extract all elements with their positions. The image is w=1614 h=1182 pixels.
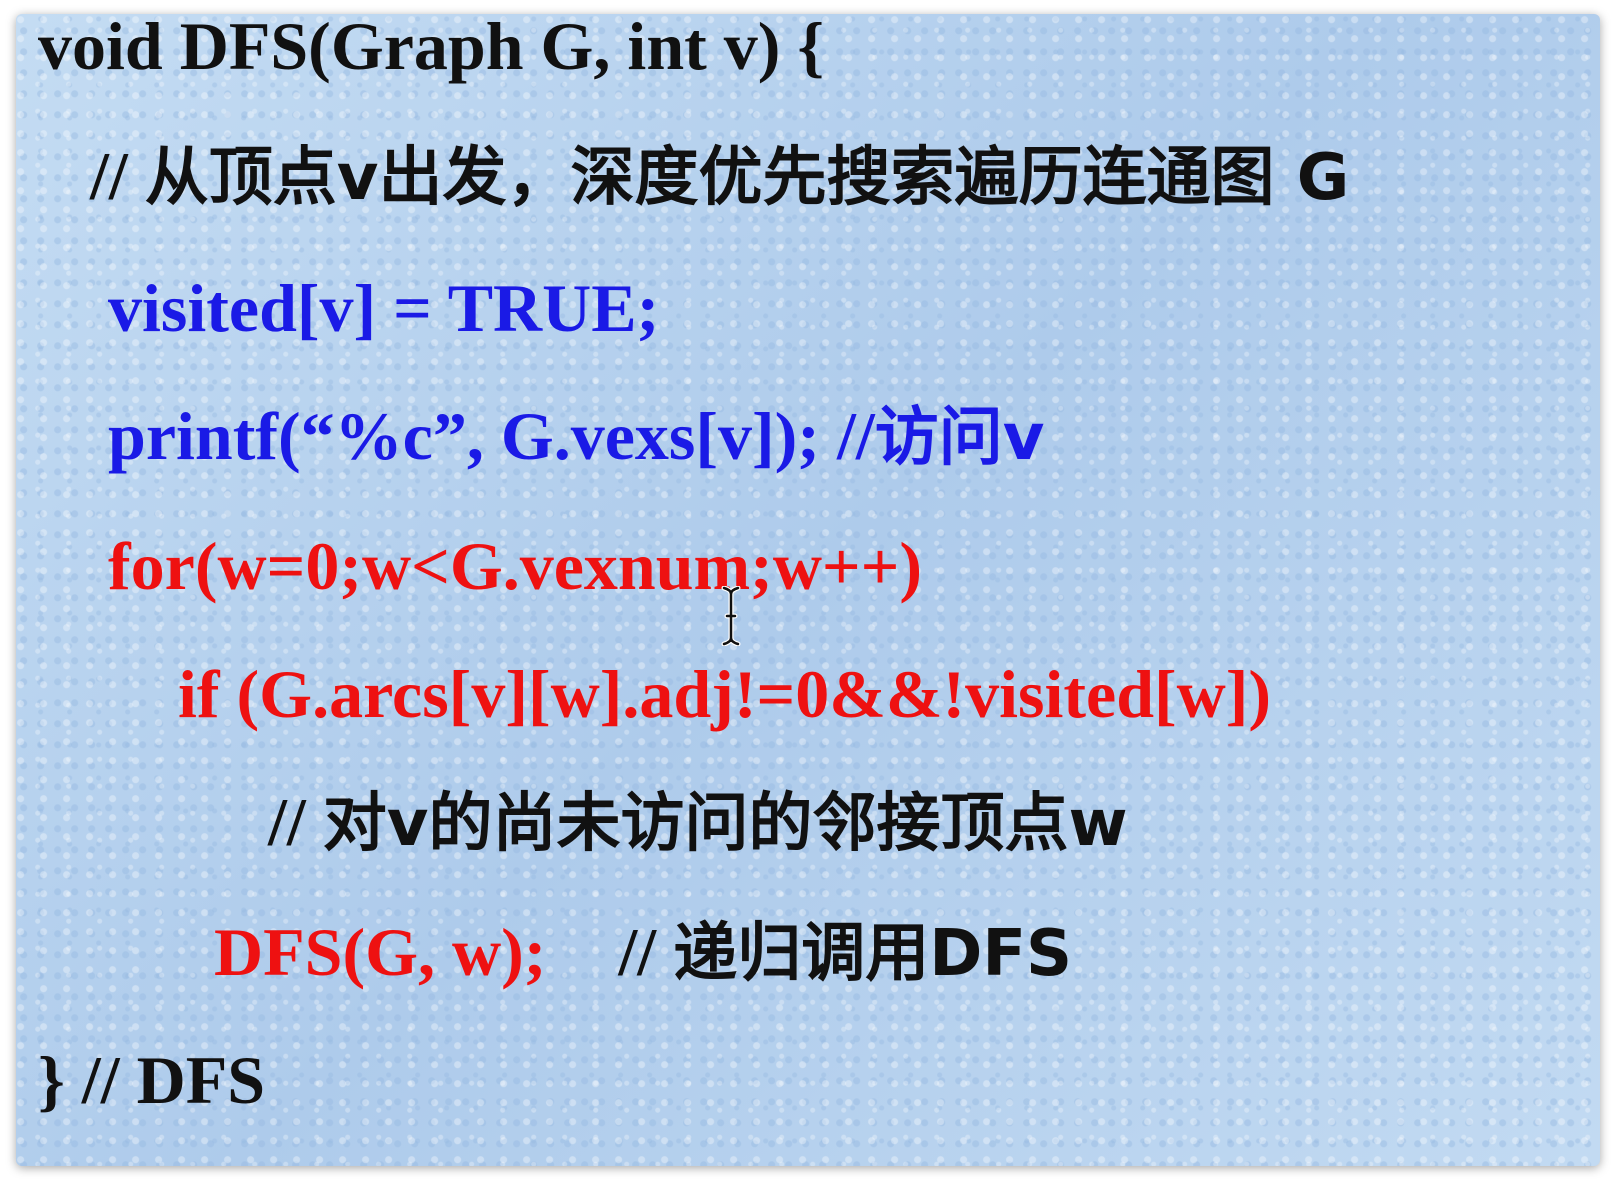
code-text: void DFS(Graph G, int v) {	[38, 14, 825, 84]
comment-text: 访问v	[874, 401, 1045, 475]
comment-prefix: //	[268, 784, 323, 860]
comment-text: 从顶点v出发，深度优先搜索遍历连通图 G	[144, 141, 1350, 215]
code-line-for-loop: for(w=0;w<G.vexnum;w++)	[108, 526, 922, 606]
code-line-comment-dfs-description: // 从顶点v出发，深度优先搜索遍历连通图 G	[90, 136, 1349, 218]
code-line-printf: printf(“%c”, G.vexs[v]); //访问v	[108, 396, 1044, 478]
code-line-comment-adjacent: // 对v的尚未访问的邻接顶点w	[268, 782, 1128, 864]
comment-text: 对v的尚未访问的邻接顶点w	[322, 787, 1128, 861]
code-text: for(w=0;w<G.vexnum;w++)	[108, 528, 923, 604]
code-text: if (G.arcs[v][w].adj!=0&&!visited[w])	[178, 656, 1272, 732]
text-ibeam-cursor-icon	[721, 586, 741, 646]
comment-prefix: //	[618, 914, 674, 990]
code-text: DFS(G, w);	[214, 914, 547, 990]
comment-text: 递归调用DFS	[673, 917, 1073, 991]
code-line-function-signature: void DFS(Graph G, int v) {	[38, 14, 824, 86]
code-text: visited[v] = TRUE;	[108, 270, 660, 346]
code-text: } // DFS	[38, 1042, 266, 1118]
code-line-visited-assignment: visited[v] = TRUE;	[108, 268, 659, 348]
code-line-closing-brace: } // DFS	[38, 1040, 265, 1120]
code-line-if-condition: if (G.arcs[v][w].adj!=0&&!visited[w])	[178, 654, 1271, 734]
slide: void DFS(Graph G, int v) { // 从顶点v出发，深度优…	[16, 14, 1600, 1166]
code-text: printf(“%c”, G.vexs[v]); //	[108, 398, 875, 474]
code-line-recursive-call: DFS(G, w); // 递归调用DFS	[214, 912, 1072, 994]
comment-prefix: //	[90, 138, 145, 214]
